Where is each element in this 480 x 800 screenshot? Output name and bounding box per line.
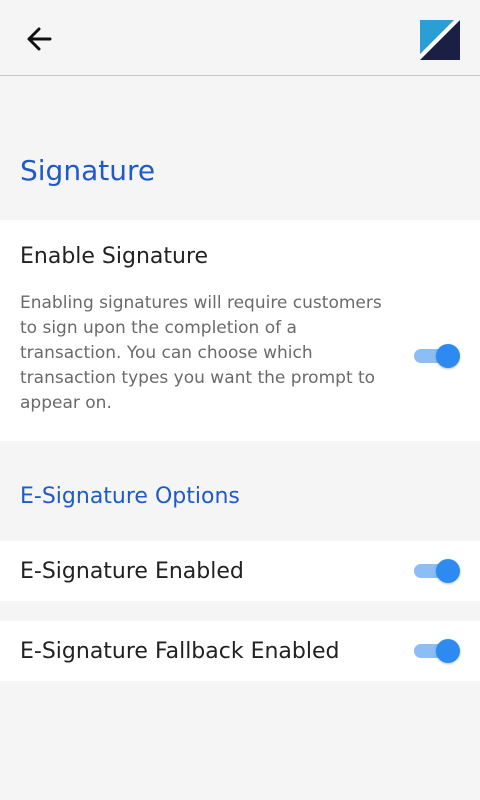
- enable-signature-description: Enabling signatures will require custome…: [20, 293, 382, 413]
- app-header: [0, 0, 480, 76]
- enable-signature-toggle[interactable]: [414, 344, 460, 368]
- toggle-thumb: [436, 344, 460, 368]
- toggle-thumb: [436, 639, 460, 663]
- enable-signature-title: Enable Signature: [20, 244, 209, 269]
- enable-signature-card: Enable Signature Enabling signatures wil…: [0, 220, 480, 441]
- back-button[interactable]: [20, 20, 58, 58]
- esignature-options-title: E-Signature Options: [20, 484, 240, 509]
- esignature-fallback-toggle[interactable]: [414, 639, 460, 663]
- esignature-fallback-row: E-Signature Fallback Enabled: [0, 621, 480, 681]
- brand-logo: [420, 20, 460, 60]
- esignature-fallback-label: E-Signature Fallback Enabled: [20, 639, 340, 664]
- signature-section-title: Signature: [20, 154, 156, 187]
- toggle-thumb: [436, 559, 460, 583]
- esignature-enabled-label: E-Signature Enabled: [20, 559, 244, 584]
- esignature-enabled-toggle[interactable]: [414, 559, 460, 583]
- esignature-enabled-row: E-Signature Enabled: [0, 541, 480, 601]
- arrow-left-icon: [27, 27, 52, 51]
